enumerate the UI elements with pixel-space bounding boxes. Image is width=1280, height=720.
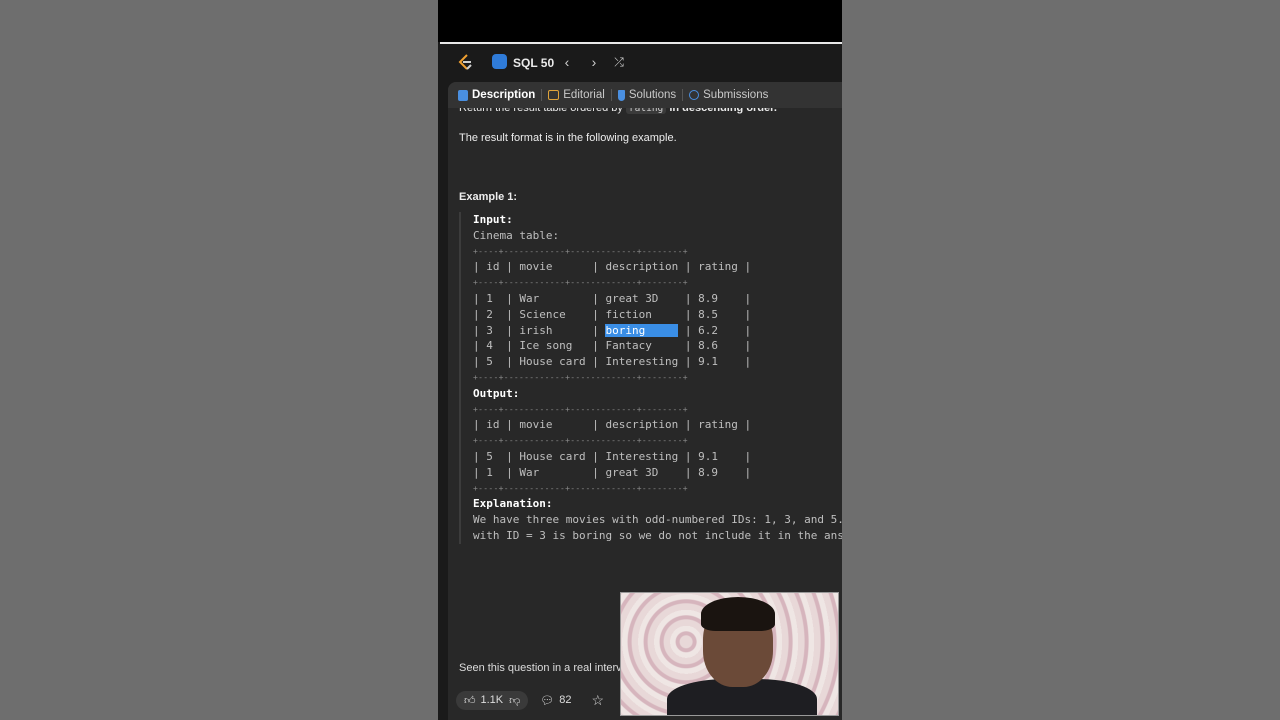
comment-icon: 💬︎ [540, 694, 555, 707]
webcam-overlay [620, 592, 839, 716]
output-table-header: | id | movie | description | rating | [473, 418, 752, 432]
row-cells: | 3 | irish | [473, 323, 606, 337]
input-label: Input: [473, 213, 513, 226]
input-table-row: | 4 | Ice song | Fantacy | 8.6 | [473, 338, 842, 354]
table-border: +----+------------+-------------+-------… [473, 278, 688, 288]
example-title: Example 1: [459, 191, 518, 203]
table-border: +----+------------+-------------+-------… [473, 436, 688, 446]
tab-description[interactable]: Description [458, 89, 535, 101]
highlighted-description[interactable]: boring [605, 323, 679, 337]
input-table-header: | id | movie | description | rating | [473, 260, 752, 274]
comment-count: 82 [559, 694, 572, 706]
table-name: Cinema table: [473, 228, 560, 242]
explanation-text: We have three movies with odd-numbered I… [473, 513, 842, 527]
input-table-row: | 5 | House card | Interesting | 9.1 | [473, 354, 842, 370]
row-rating: | 9.1 | [678, 355, 752, 369]
format-note: The result format is in the following ex… [459, 132, 677, 144]
shuffle-icon[interactable]: ⤮ [610, 52, 628, 72]
person-hair [701, 597, 775, 631]
study-plan-icon[interactable] [492, 54, 507, 69]
tab-editorial[interactable]: Editorial [548, 89, 605, 101]
star-icon: ☆ [591, 691, 605, 708]
row-cells: | 1 | War | [473, 291, 606, 305]
top-black-bar [438, 0, 842, 42]
tab-label: Editorial [563, 89, 605, 101]
left-background [0, 0, 438, 720]
panel-tabs: Description Editorial Solutions Submissi… [448, 82, 842, 108]
output-table-row: | 5 | House card | Interesting | 9.1 | [473, 449, 752, 463]
tab-label: Description [472, 89, 536, 101]
explanation-text: with ID = 3 is boring so we do not inclu… [473, 528, 842, 542]
top-navbar: SQL 50 ‹ › ⤮ [438, 44, 842, 80]
row-rating: | 8.6 | [678, 339, 752, 353]
row-description: great 3D [605, 291, 679, 305]
thumbs-up-icon: 👍︎ [464, 694, 476, 707]
tab-divider [682, 89, 684, 101]
interview-question-prompt[interactable]: Seen this question in a real interv [459, 662, 622, 674]
flask-icon [617, 89, 625, 101]
table-border: +----+------------+-------------+-------… [473, 246, 688, 256]
row-description: Fantacy [605, 339, 679, 353]
input-table-row: | 1 | War | great 3D | 8.9 | [473, 291, 842, 307]
input-table-row: | 2 | Science | fiction | 8.5 | [473, 307, 842, 323]
row-rating: | 8.5 | [678, 307, 752, 321]
book-icon [548, 90, 560, 100]
row-rating: | 8.9 | [678, 291, 752, 305]
history-icon [689, 90, 700, 100]
example-block: Input: Cinema table: +----+------------+… [459, 212, 842, 544]
thumbs-down-icon: 👎︎ [509, 694, 521, 707]
next-question-icon[interactable]: › [585, 52, 603, 72]
tab-solutions[interactable]: Solutions [617, 89, 677, 101]
comments-button[interactable]: 💬︎ 82 [540, 694, 571, 707]
dislike-button[interactable]: 👎︎ [509, 694, 520, 707]
table-border: +----+------------+-------------+-------… [473, 483, 688, 493]
tab-label: Submissions [703, 89, 769, 101]
right-background [842, 0, 1280, 720]
row-rating: | 6.2 | [678, 323, 752, 337]
tab-divider [541, 89, 543, 101]
study-plan-label[interactable]: SQL 50 [513, 56, 554, 70]
row-cells: | 4 | Ice song | [473, 339, 606, 353]
like-button[interactable]: 👍︎ 1.1K [464, 694, 503, 707]
row-cells: | 5 | House card | [473, 355, 606, 369]
output-label: Output: [473, 386, 520, 400]
row-cells: | 2 | Science | [473, 307, 606, 321]
row-description: Interesting [605, 355, 679, 369]
like-dislike-group: 👍︎ 1.1K 👎︎ [456, 690, 529, 710]
leetcode-logo-icon[interactable] [456, 53, 474, 71]
description-icon [458, 89, 468, 101]
table-border: +----+------------+-------------+-------… [473, 404, 688, 414]
row-description: fiction [605, 307, 679, 321]
like-count: 1.1K [480, 694, 504, 706]
table-border: +----+------------+-------------+-------… [473, 372, 688, 382]
tab-label: Solutions [628, 89, 677, 101]
output-table-row: | 1 | War | great 3D | 8.9 | [473, 465, 752, 479]
favorite-button[interactable]: ☆ [592, 692, 605, 709]
input-table-row: | 3 | irish | boring | 6.2 | [473, 323, 842, 339]
tab-submissions[interactable]: Submissions [689, 89, 768, 101]
tab-divider [610, 89, 612, 101]
prev-question-icon[interactable]: ‹ [558, 52, 576, 72]
explanation-label: Explanation: [473, 497, 553, 511]
